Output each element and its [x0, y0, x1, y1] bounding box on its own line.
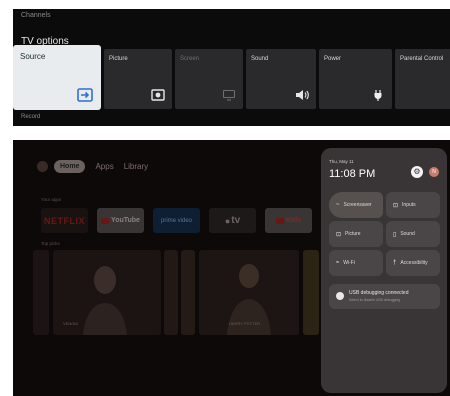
screen-tile-label: Screen	[180, 56, 200, 62]
qs-tile-label: Screensaver	[343, 202, 372, 208]
qs-tile-picture[interactable]: ⊡ Picture	[329, 221, 383, 247]
tab-home[interactable]: Home	[54, 160, 86, 173]
content-row: VENOM HARRY POTTER	[33, 250, 333, 335]
qs-tile-label: Accessibility	[400, 260, 428, 266]
profile-avatar[interactable]	[37, 161, 48, 172]
source-tile-label: Source	[20, 52, 46, 61]
tab-library[interactable]: Library	[124, 162, 148, 171]
qs-avatar[interactable]: N	[429, 167, 439, 177]
qs-tile-wifi[interactable]: ≈ Wi-Fi	[329, 250, 383, 276]
usb-subtitle: Select to disable USB debugging	[349, 298, 401, 302]
qs-tile-label: Wi-Fi	[343, 260, 355, 266]
parental-control-tile-label: Parental Control	[400, 56, 444, 62]
inputs-icon: ⊡	[393, 202, 399, 209]
prime-video-logo: prime video	[160, 217, 192, 224]
card-caption: VENOM	[63, 321, 78, 326]
power-plug-icon	[374, 90, 382, 101]
power-tile-label: Power	[324, 56, 342, 62]
qs-tile-sound[interactable]: ▯ Sound	[386, 221, 440, 247]
card-caption: HARRY POTTER	[229, 321, 261, 326]
qs-tile-label: Picture	[345, 231, 361, 237]
youtube-kids-play-icon	[275, 217, 284, 224]
screen-tile[interactable]: Screen	[175, 49, 243, 109]
content-card[interactable]	[164, 250, 178, 335]
parental-control-tile[interactable]: Parental Control	[395, 49, 450, 109]
power-tile[interactable]: Power	[319, 49, 392, 109]
app-prime-video[interactable]: prime video	[153, 208, 200, 233]
qs-tile-label: Sound	[400, 231, 415, 237]
tv-options-panel: Channels TV options Source Picture Scree…	[13, 9, 450, 126]
apple-tv-logo: tv	[231, 215, 241, 226]
sound-icon: ▯	[393, 231, 397, 238]
quick-settings-panel: Thu, May 11 11:08 PM ⚙ N ~ Screensaver ⊡…	[321, 148, 447, 393]
home-screen: Home Apps Library Your apps NETFLIX YouT…	[13, 140, 450, 396]
app-netflix[interactable]: NETFLIX	[41, 208, 88, 233]
usb-icon	[336, 292, 344, 300]
qs-tile-screensaver[interactable]: ~ Screensaver	[329, 192, 383, 218]
qs-time: 11:08 PM	[329, 168, 376, 180]
content-card[interactable]	[181, 250, 195, 335]
apps-row: NETFLIX YouTube prime video ● tv Kids	[41, 208, 312, 233]
apple-logo-icon: ●	[224, 215, 231, 226]
wifi-icon: ≈	[336, 260, 340, 266]
source-tile[interactable]: Source	[13, 45, 101, 110]
usb-title: USB debugging connected	[349, 290, 409, 296]
qs-date: Thu, May 11	[329, 159, 354, 164]
app-youtube[interactable]: YouTube	[97, 208, 144, 233]
accessibility-icon: †	[393, 260, 397, 266]
content-card-venom[interactable]: VENOM	[53, 250, 161, 335]
sound-tile[interactable]: Sound	[246, 49, 316, 109]
section-your-apps: Your apps	[41, 197, 62, 202]
section-top-picks: Top picks	[41, 241, 60, 246]
picture-tile-label: Picture	[109, 56, 128, 62]
netflix-logo: NETFLIX	[44, 215, 85, 226]
youtube-logo: YouTube	[111, 217, 140, 224]
screensaver-icon: ~	[336, 202, 340, 208]
content-card[interactable]	[303, 250, 319, 335]
tab-apps[interactable]: Apps	[95, 162, 113, 171]
picture-mode-icon	[151, 89, 165, 101]
gear-icon[interactable]: ⚙	[411, 166, 423, 178]
input-source-icon	[77, 88, 93, 102]
content-card[interactable]	[33, 250, 49, 335]
top-nav: Home Apps Library	[37, 160, 148, 173]
picture-tile[interactable]: Picture	[104, 49, 172, 109]
sound-tile-label: Sound	[251, 56, 269, 62]
breadcrumb-channels[interactable]: Channels	[21, 12, 51, 19]
record-item[interactable]: Record	[21, 114, 40, 120]
qs-tile-label: Inputs	[402, 202, 416, 208]
qs-tile-inputs[interactable]: ⊡ Inputs	[386, 192, 440, 218]
app-apple-tv[interactable]: ● tv	[209, 208, 256, 233]
app-youtube-kids[interactable]: Kids	[265, 208, 312, 233]
usb-debugging-notification[interactable]: USB debugging connected Select to disabl…	[329, 284, 440, 309]
tv-options-row: Source Picture Screen Sound Power Parent…	[13, 45, 450, 110]
youtube-kids-logo: Kids	[285, 217, 302, 224]
content-card-harry-potter[interactable]: HARRY POTTER	[199, 250, 299, 335]
speaker-volume-icon	[296, 90, 309, 100]
youtube-play-icon	[101, 217, 110, 224]
picture-icon: ⊡	[336, 231, 342, 238]
qs-tile-accessibility[interactable]: † Accessibility	[386, 250, 440, 276]
screen-monitor-icon	[222, 89, 236, 101]
